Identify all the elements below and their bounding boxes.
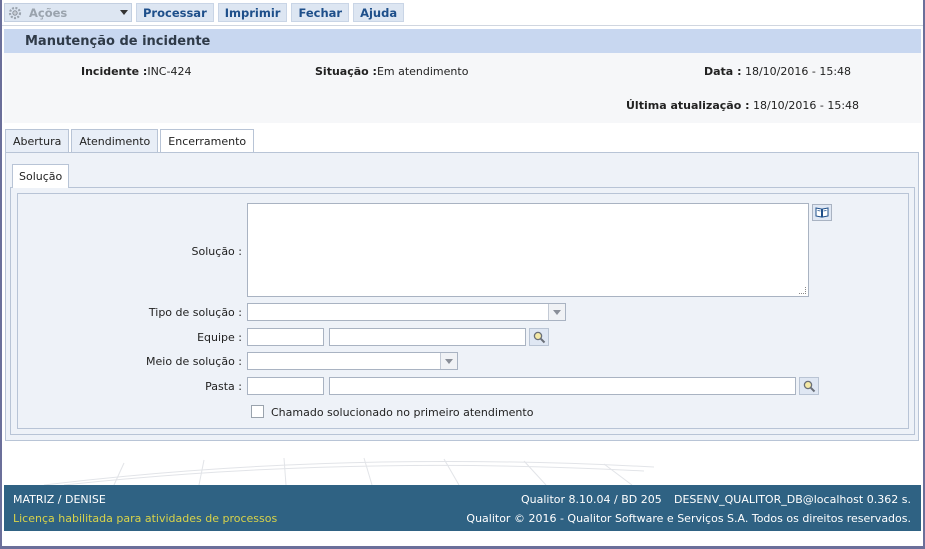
primeiro-atendimento-label[interactable]: Chamado solucionado no primeiro atendime… (271, 406, 533, 419)
data-info: Data : 18/10/2016 - 15:48 (704, 65, 851, 78)
tab-abertura[interactable]: Abertura (5, 129, 70, 152)
tab-atendimento[interactable]: Atendimento (71, 129, 159, 152)
toolbar: Ações Processar Imprimir Fechar Ajuda (4, 3, 405, 23)
equipe-code-input[interactable] (247, 328, 324, 346)
book-icon-glyph (815, 207, 829, 218)
pasta-label: Pasta : (205, 380, 242, 393)
book-icon[interactable] (812, 204, 832, 221)
tipo-solucao-label: Tipo de solução : (148, 306, 242, 319)
imprimir-button[interactable]: Imprimir (217, 3, 288, 22)
situacao-value: Em atendimento (376, 65, 469, 78)
incidente-value: INC-424 (147, 65, 192, 78)
solucao-textarea[interactable] (247, 203, 809, 297)
acoes-label: Ações (29, 5, 68, 20)
data-label: Data : (704, 65, 742, 78)
fechar-button[interactable]: Fechar (291, 3, 350, 22)
resize-grip-icon[interactable] (799, 287, 806, 294)
meio-solucao-label: Meio de solução : (146, 355, 242, 368)
subtab-solucao[interactable]: Solução (12, 164, 70, 188)
response-time: 0.362 s. (866, 493, 911, 506)
situacao-label: Situação : (315, 65, 377, 78)
database-info: DESENV_QUALITOR_DB@localhost (674, 493, 864, 506)
pasta-search-icon[interactable] (799, 377, 819, 395)
chevron-down-icon (440, 353, 457, 369)
gear-icon (8, 6, 22, 19)
version-info: Qualitor 8.10.04 / BD 205 (521, 493, 662, 506)
user-info: MATRIZ / DENISE (13, 493, 106, 506)
processar-button[interactable]: Processar (136, 3, 214, 22)
license-info: Licença habilitada para atividades de pr… (13, 512, 278, 525)
atualizacao-label: Última atualização : (626, 99, 750, 112)
equipe-search-icon[interactable] (529, 328, 549, 346)
status-footer: MATRIZ / DENISE Licença habilitada para … (4, 485, 921, 531)
chevron-down-icon (548, 304, 565, 320)
page-title: Manutenção de incidente (4, 29, 921, 53)
data-value: 18/10/2016 - 15:48 (744, 65, 852, 78)
situacao-info: Situação :Em atendimento (315, 65, 468, 78)
equipe-name-input[interactable] (329, 328, 526, 346)
incidente-label: Incidente : (81, 65, 148, 78)
tab-encerramento[interactable]: Encerramento (160, 129, 255, 153)
pasta-code-input[interactable] (247, 377, 324, 395)
meio-solucao-select[interactable] (247, 352, 458, 370)
chevron-down-icon (120, 10, 128, 15)
tab-bar: Abertura Atendimento Encerramento (5, 129, 256, 153)
pasta-name-input[interactable] (329, 377, 796, 395)
ajuda-button[interactable]: Ajuda (353, 3, 405, 22)
primeiro-atendimento-checkbox[interactable] (251, 405, 264, 418)
toolbar-divider (2, 25, 923, 26)
atualizacao-info: Última atualização : 18/10/2016 - 15:48 (626, 99, 859, 112)
copyright: Qualitor © 2016 - Qualitor Software e Se… (466, 512, 911, 525)
incidente-info: Incidente :INC-424 (81, 65, 191, 78)
atualizacao-value: 18/10/2016 - 15:48 (752, 99, 860, 112)
acoes-dropdown[interactable]: Ações (4, 3, 132, 22)
solucao-label: Solução : (191, 245, 242, 258)
incident-info-panel (4, 53, 921, 123)
search-icon (803, 380, 815, 392)
tipo-solucao-select[interactable] (247, 303, 566, 321)
decorative-arc (43, 457, 655, 485)
search-icon (533, 331, 545, 343)
equipe-label: Equipe : (197, 331, 242, 344)
